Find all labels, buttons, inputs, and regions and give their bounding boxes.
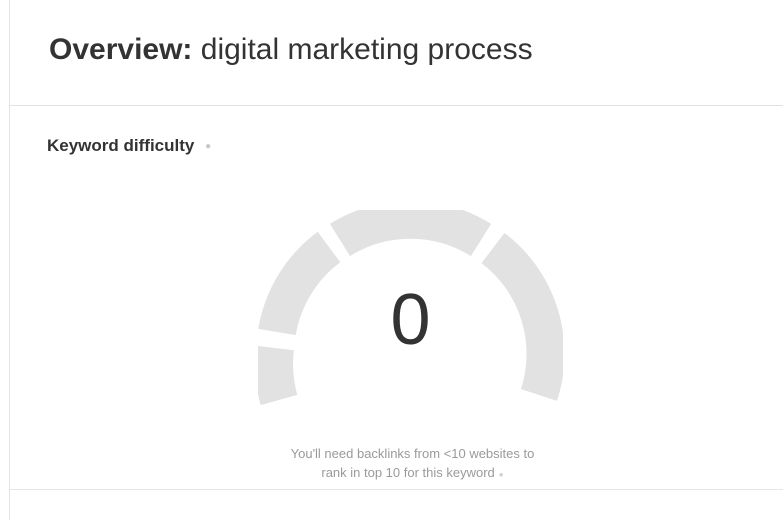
info-icon[interactable]: ● [205, 141, 211, 152]
gauge-segment-3 [329, 200, 492, 257]
page: Overview: digital marketing process Keyw… [0, 0, 783, 520]
difficulty-gauge: 0 [255, 200, 565, 410]
caption-line-1: You'll need backlinks from <10 websites … [290, 446, 535, 461]
caption-line-2-wrap: rank in top 10 for this keyword ● [215, 463, 610, 484]
page-title: Overview: digital marketing process [49, 30, 533, 70]
title-prefix: Overview: [49, 33, 193, 66]
keyword-difficulty-card: Keyword difficulty ● 0 You'll need backl… [10, 106, 783, 490]
overview-header: Overview: digital marketing process [10, 0, 783, 106]
caption-info-icon[interactable]: ● [499, 470, 504, 479]
keyword-difficulty-heading: Keyword difficulty ● [47, 136, 211, 156]
difficulty-caption: You'll need backlinks from <10 websites … [215, 444, 610, 484]
keyword-difficulty-label: Keyword difficulty [47, 136, 195, 155]
title-keyword: digital marketing process [200, 33, 533, 66]
difficulty-score: 0 [390, 280, 431, 360]
caption-line-2: rank in top 10 for this keyword [321, 465, 495, 480]
